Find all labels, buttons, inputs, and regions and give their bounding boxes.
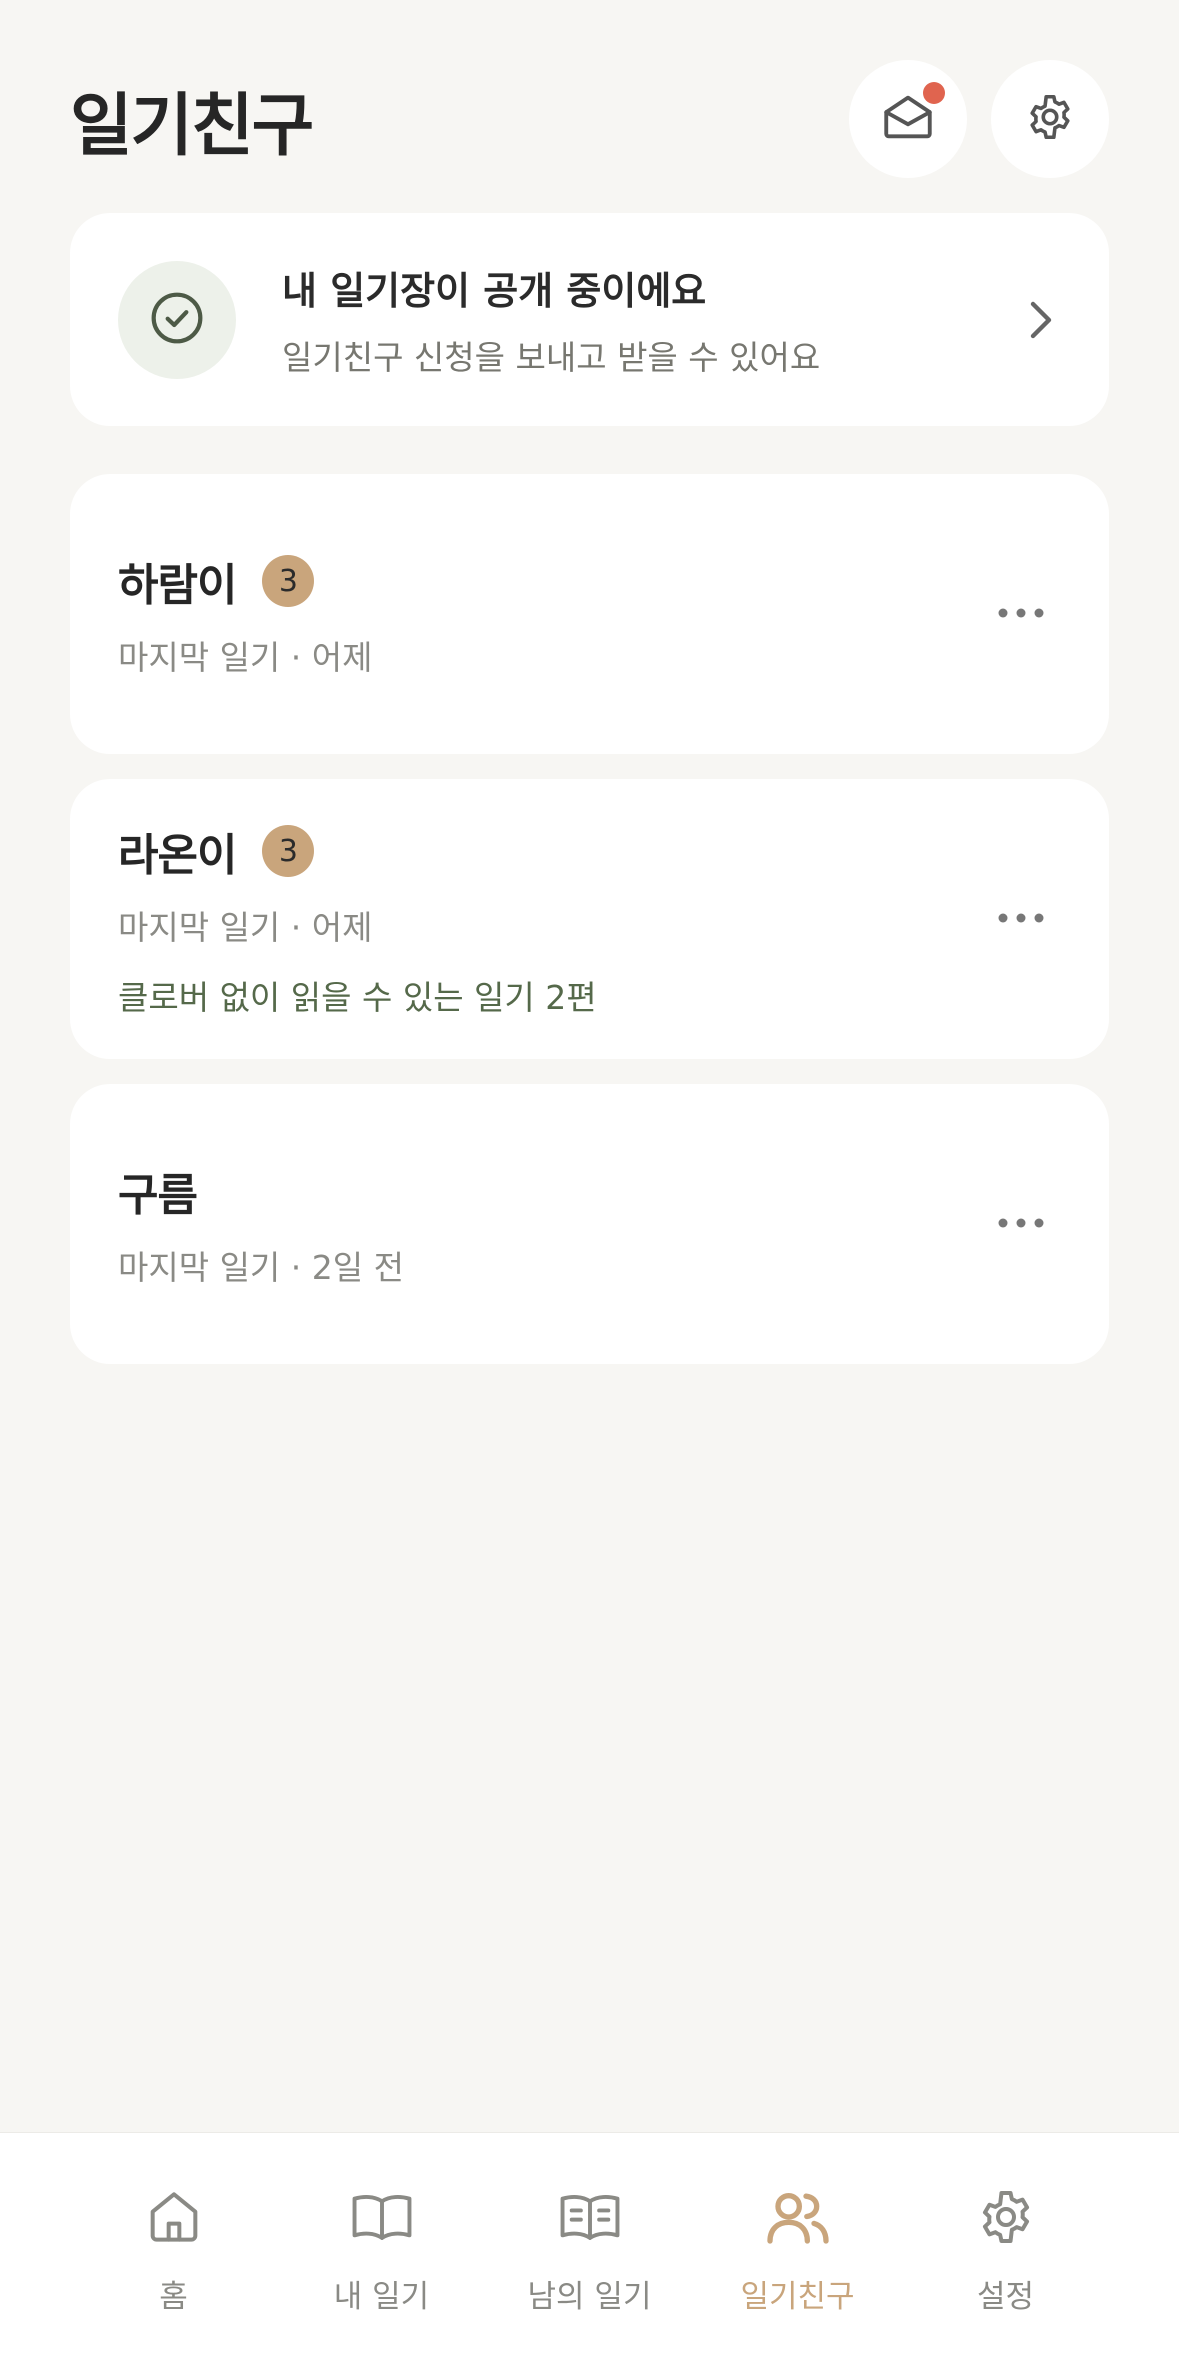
last-diary-text: 마지막 일기 · 어제: [118, 638, 373, 677]
notification-dot: [923, 82, 945, 104]
free-read-note: 클로버 없이 읽을 수 있는 일기 2편: [118, 978, 597, 1017]
more-options-button[interactable]: [981, 1194, 1061, 1254]
inbox-button[interactable]: [849, 60, 967, 178]
more-horizontal-icon: [996, 1215, 1046, 1234]
header-actions: [849, 60, 1109, 178]
friend-name: 구름: [118, 1170, 198, 1221]
nav-item-others-diary[interactable]: 남의 일기: [486, 2133, 693, 2358]
bottom-nav: 홈 내 일기 남의 일기 일기친구 설정: [0, 2132, 1179, 2358]
friend-name-row: 라온이 3: [118, 819, 981, 883]
nav-label: 내 일기: [333, 2279, 430, 2315]
last-diary-text: 마지막 일기 · 어제: [118, 908, 373, 947]
count-badge: 3: [262, 555, 315, 607]
page-title: 일기친구: [70, 86, 314, 166]
nav-label: 일기친구: [740, 2279, 855, 2315]
more-horizontal-icon: [996, 605, 1046, 624]
friend-name-row: 하람이 3: [118, 549, 981, 613]
home-icon: [138, 2181, 210, 2253]
more-horizontal-icon: [996, 910, 1046, 929]
status-title: 내 일기장이 공개 중이에요: [282, 269, 707, 313]
status-icon-wrap: [118, 260, 236, 379]
friend-card[interactable]: 구름 마지막 일기 · 2일 전: [70, 1084, 1109, 1364]
gear-icon: [1023, 90, 1077, 148]
settings-button[interactable]: [991, 60, 1109, 178]
book-lines-icon: [554, 2181, 626, 2253]
friend-card[interactable]: 라온이 3 마지막 일기 · 어제 클로버 없이 읽을 수 있는 일기 2편: [70, 779, 1109, 1059]
friend-info: 구름 마지막 일기 · 2일 전: [118, 1159, 981, 1289]
status-subtitle: 일기친구 신청을 보내고 받을 수 있어요: [282, 338, 821, 377]
more-options-button[interactable]: [981, 889, 1061, 949]
nav-item-diary-friends[interactable]: 일기친구: [694, 2133, 901, 2358]
nav-label: 남의 일기: [527, 2279, 652, 2315]
gear-icon: [970, 2181, 1042, 2253]
public-status-card[interactable]: 내 일기장이 공개 중이에요 일기친구 신청을 보내고 받을 수 있어요: [70, 213, 1109, 426]
nav-label: 설정: [976, 2279, 1035, 2315]
friend-name: 하람이: [118, 560, 237, 611]
last-diary-text: 마지막 일기 · 2일 전: [118, 1248, 404, 1287]
status-text: 내 일기장이 공개 중이에요 일기친구 신청을 보내고 받을 수 있어요: [282, 260, 1021, 379]
users-icon: [762, 2181, 834, 2253]
friend-info: 라온이 3 마지막 일기 · 어제 클로버 없이 읽을 수 있는 일기 2편: [118, 819, 981, 1019]
check-circle-icon: [149, 290, 205, 350]
friend-name-row: 구름: [118, 1159, 981, 1223]
nav-item-my-diary[interactable]: 내 일기: [278, 2133, 485, 2358]
friends-page: 일기친구 내 일기장이 공개 중이에요 일기친구 신청을 보내고 받을 수 있어…: [0, 0, 1179, 2358]
book-open-icon: [346, 2181, 418, 2253]
header: 일기친구: [70, 60, 1109, 178]
count-badge: 3: [262, 825, 315, 877]
more-options-button[interactable]: [981, 584, 1061, 644]
nav-label: 홈: [159, 2279, 188, 2315]
nav-item-home[interactable]: 홈: [70, 2133, 277, 2358]
friend-info: 하람이 3 마지막 일기 · 어제: [118, 549, 981, 679]
nav-item-settings[interactable]: 설정: [902, 2133, 1109, 2358]
friend-card[interactable]: 하람이 3 마지막 일기 · 어제: [70, 474, 1109, 754]
friend-name: 라온이: [118, 830, 237, 881]
chevron-right-icon: [1021, 290, 1061, 350]
